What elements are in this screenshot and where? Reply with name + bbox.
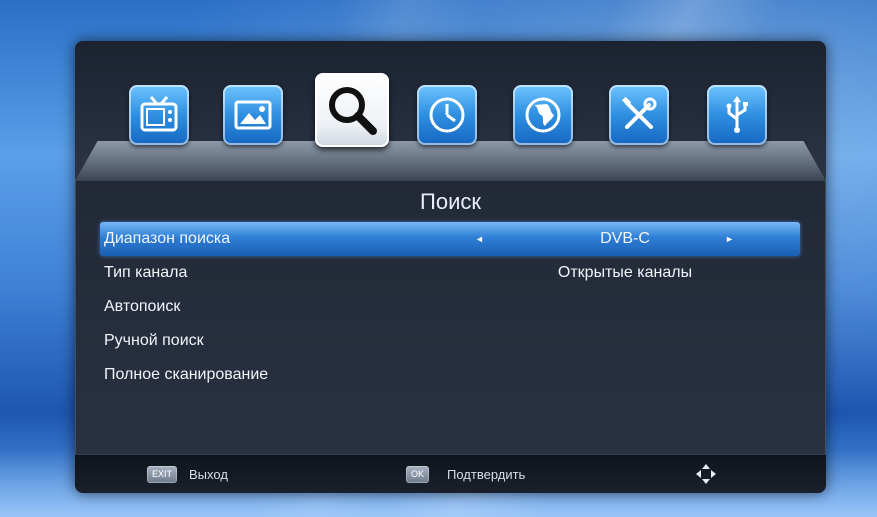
search-options-list: Диапазон поиска ◄ DVB-C ► Тип канала Отк… xyxy=(100,222,800,392)
menu-tile-search[interactable] xyxy=(315,73,389,147)
option-channel-type[interactable]: Тип канала Открытые каналы xyxy=(100,256,800,290)
option-label: Полное сканирование xyxy=(104,366,269,383)
arrow-left-icon[interactable]: ◄ xyxy=(475,222,484,256)
globe-icon xyxy=(525,97,561,133)
settings-panel: Поиск Диапазон поиска ◄ DVB-C ► Тип кана… xyxy=(75,41,826,493)
clock-icon xyxy=(429,97,465,133)
option-search-range[interactable]: Диапазон поиска ◄ DVB-C ► xyxy=(100,222,800,256)
exit-key-badge[interactable]: EXIT xyxy=(147,466,178,483)
ok-label: Подтвердить xyxy=(447,467,526,482)
exit-label: Выход xyxy=(189,467,228,482)
menu-tile-picture[interactable] xyxy=(223,85,283,145)
option-full-scan[interactable]: Полное сканирование xyxy=(100,358,800,392)
page-title: Поиск xyxy=(420,189,481,214)
ok-key-badge[interactable]: OK xyxy=(406,466,430,483)
menu-tile-time[interactable] xyxy=(417,85,477,145)
option-value: Открытые каналы xyxy=(557,264,693,281)
tools-icon xyxy=(622,96,657,129)
menu-tile-tools[interactable] xyxy=(609,85,669,145)
option-manual-search[interactable]: Ручной поиск xyxy=(100,324,800,358)
option-label: Тип канала xyxy=(104,264,188,281)
arrow-right-icon[interactable]: ► xyxy=(725,222,734,256)
picture-icon xyxy=(234,100,272,130)
option-value: DVB-C xyxy=(600,230,650,247)
menu-tile-tv[interactable] xyxy=(129,85,189,145)
option-auto-search[interactable]: Автопоиск xyxy=(100,290,800,324)
tv-icon xyxy=(140,96,178,132)
footer-bar: EXIT Выход OK Подтвердить xyxy=(75,454,826,493)
search-icon xyxy=(329,87,377,135)
option-label: Автопоиск xyxy=(104,298,181,315)
menu-tile-network[interactable] xyxy=(513,85,573,145)
navigation-arrows-icon xyxy=(696,464,716,484)
menu-tile-usb[interactable] xyxy=(707,85,767,145)
usb-icon xyxy=(726,96,748,133)
option-label: Ручной поиск xyxy=(104,332,204,349)
main-menu-icons xyxy=(75,41,826,177)
option-label: Диапазон поиска xyxy=(104,230,231,247)
